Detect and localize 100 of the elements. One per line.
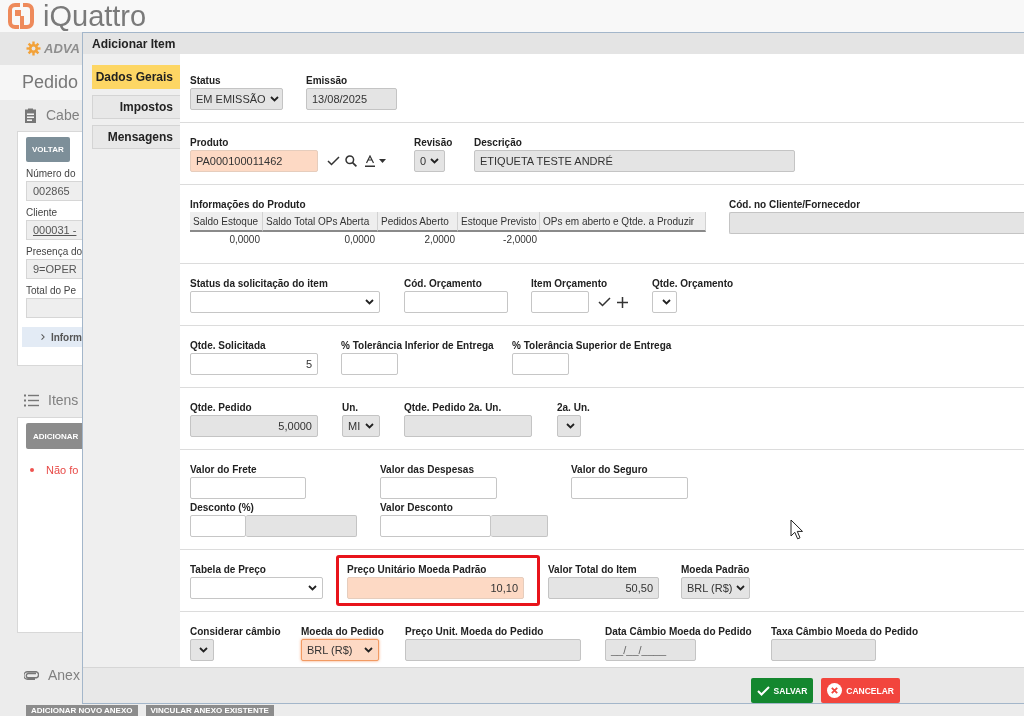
caret-icon — [269, 96, 279, 102]
input-field[interactable] — [512, 353, 569, 375]
save-button[interactable]: SALVAR — [750, 678, 814, 703]
caret-icon — [566, 423, 575, 429]
caret-icon — [308, 585, 317, 591]
field-label: Moeda do Pedido — [301, 626, 385, 638]
input-field[interactable] — [26, 298, 82, 318]
field-label: Taxa Câmbio Moeda do Pedido — [771, 626, 919, 638]
field-label: Moeda Padrão — [681, 564, 750, 576]
expander-row[interactable]: Inform — [22, 327, 82, 347]
caret-icon — [364, 647, 373, 653]
table-cell-text: 2,0000 — [423, 233, 456, 247]
input-field[interactable]: PA000100011462 — [190, 150, 318, 172]
caret-icon — [199, 647, 208, 653]
field-label: Cód. Orçamento — [404, 278, 483, 290]
column-header: OPs em aberto e Qtde. a Produzir — [540, 212, 706, 232]
field-label: Revisão — [414, 137, 454, 149]
close-icon — [827, 683, 843, 698]
field-label: % Tolerância Superior de Entrega — [512, 340, 672, 352]
table-cell-text: -2,0000 — [502, 233, 538, 247]
caret-icon — [736, 585, 746, 591]
field-label: Informações do Produto — [190, 199, 307, 211]
search-icon[interactable] — [345, 155, 357, 167]
input-field[interactable]: 9=OPER — [26, 259, 82, 279]
column-header: Pedidos Aberto — [378, 212, 458, 232]
table-cell-text: 0,0000 — [228, 233, 261, 247]
column-header: Estoque Previsto — [458, 212, 540, 232]
field-label: Total do Pe — [26, 285, 78, 297]
logo-text: iQuattro — [43, 1, 147, 31]
caret-icon — [430, 158, 440, 164]
input-field[interactable] — [190, 477, 306, 499]
field-label: Status — [190, 75, 222, 87]
input-field[interactable] — [380, 477, 497, 499]
input-field[interactable] — [380, 515, 491, 537]
input-field[interactable]: 10,10 — [347, 577, 524, 599]
page-title: Pedido — [22, 72, 79, 93]
field-label: Valor das Despesas — [380, 464, 475, 476]
field-label: Tabela de Preço — [190, 564, 267, 576]
field-label: Qtde. Pedido — [190, 402, 253, 414]
select-field[interactable] — [190, 291, 380, 313]
field-label: Valor Total do Item — [548, 564, 638, 576]
section-title: Anex — [48, 667, 80, 683]
input-field[interactable] — [341, 353, 398, 375]
caret-icon[interactable] — [379, 159, 386, 163]
field-label: Qtde. Orçamento — [652, 278, 734, 290]
clipboard-icon — [24, 107, 37, 123]
select-field[interactable] — [190, 577, 323, 599]
underlined-a-icon[interactable] — [365, 155, 375, 167]
input-field[interactable]: 002865 — [26, 181, 82, 201]
input-field[interactable] — [190, 515, 246, 537]
logo-icon — [7, 2, 35, 30]
check-icon[interactable] — [327, 156, 340, 166]
paperclip-icon — [24, 670, 39, 680]
brand-text: ADVA — [44, 41, 80, 56]
field-label: Status da solicitação do item — [190, 278, 329, 290]
cursor-icon — [790, 519, 804, 540]
field-label: Qtde. Pedido 2a. Un. — [404, 402, 503, 414]
field-label: Emissão — [306, 75, 349, 87]
field-label: Descrição — [474, 137, 523, 149]
table-cell-text: 0,0000 — [343, 233, 376, 247]
column-header: Saldo Estoque — [190, 212, 263, 232]
field-label: Produto — [190, 137, 230, 149]
input-field[interactable] — [404, 291, 508, 313]
section-title: Cabe — [46, 107, 80, 123]
bullet-icon — [30, 468, 34, 472]
field-label: Preço Unit. Moeda do Pedido — [405, 626, 545, 638]
cancel-button[interactable]: CANCELAR — [821, 678, 900, 703]
field-label: Valor do Frete — [190, 464, 258, 476]
field-label: Cliente — [26, 207, 59, 219]
select-field[interactable]: BRL (R$) — [301, 639, 379, 661]
check-icon[interactable] — [598, 297, 611, 307]
tab[interactable]: Impostos — [92, 95, 180, 119]
gear-icon — [26, 41, 41, 56]
tab[interactable]: Mensagens — [92, 125, 180, 149]
error-message: Não fo — [46, 464, 79, 476]
field-label: Un. — [342, 402, 360, 414]
field-label: Presença do — [26, 246, 82, 258]
caret-icon — [365, 423, 374, 429]
column-header: Saldo Total OPs Aberta — [263, 212, 378, 232]
field-label: Preço Unitário Moeda Padrão — [347, 564, 488, 576]
field-label: Desconto (%) — [190, 502, 255, 514]
list-icon — [24, 393, 39, 407]
select-field[interactable] — [652, 291, 677, 313]
section-title: Itens — [48, 392, 79, 408]
input-field[interactable]: 5 — [190, 353, 318, 375]
input-field[interactable] — [531, 291, 589, 313]
input-field[interactable]: 000031 - — [26, 220, 82, 240]
input-field[interactable] — [571, 477, 688, 499]
field-label: Valor Desconto — [380, 502, 454, 514]
field-label: Item Orçamento — [531, 278, 609, 290]
tab[interactable]: Dados Gerais — [92, 65, 180, 89]
field-label: 2a. Un. — [557, 402, 590, 414]
caret-icon — [662, 299, 671, 305]
field-label: Qtde. Solicitada — [190, 340, 267, 352]
field-label: Valor do Seguro — [571, 464, 649, 476]
field-label: % Tolerância Inferior de Entrega — [341, 340, 495, 352]
field-label: Cód. no Cliente/Fornecedor — [729, 199, 862, 211]
caret-icon — [365, 299, 374, 305]
field-label: Número do — [26, 168, 77, 180]
plus-icon[interactable] — [617, 296, 628, 308]
